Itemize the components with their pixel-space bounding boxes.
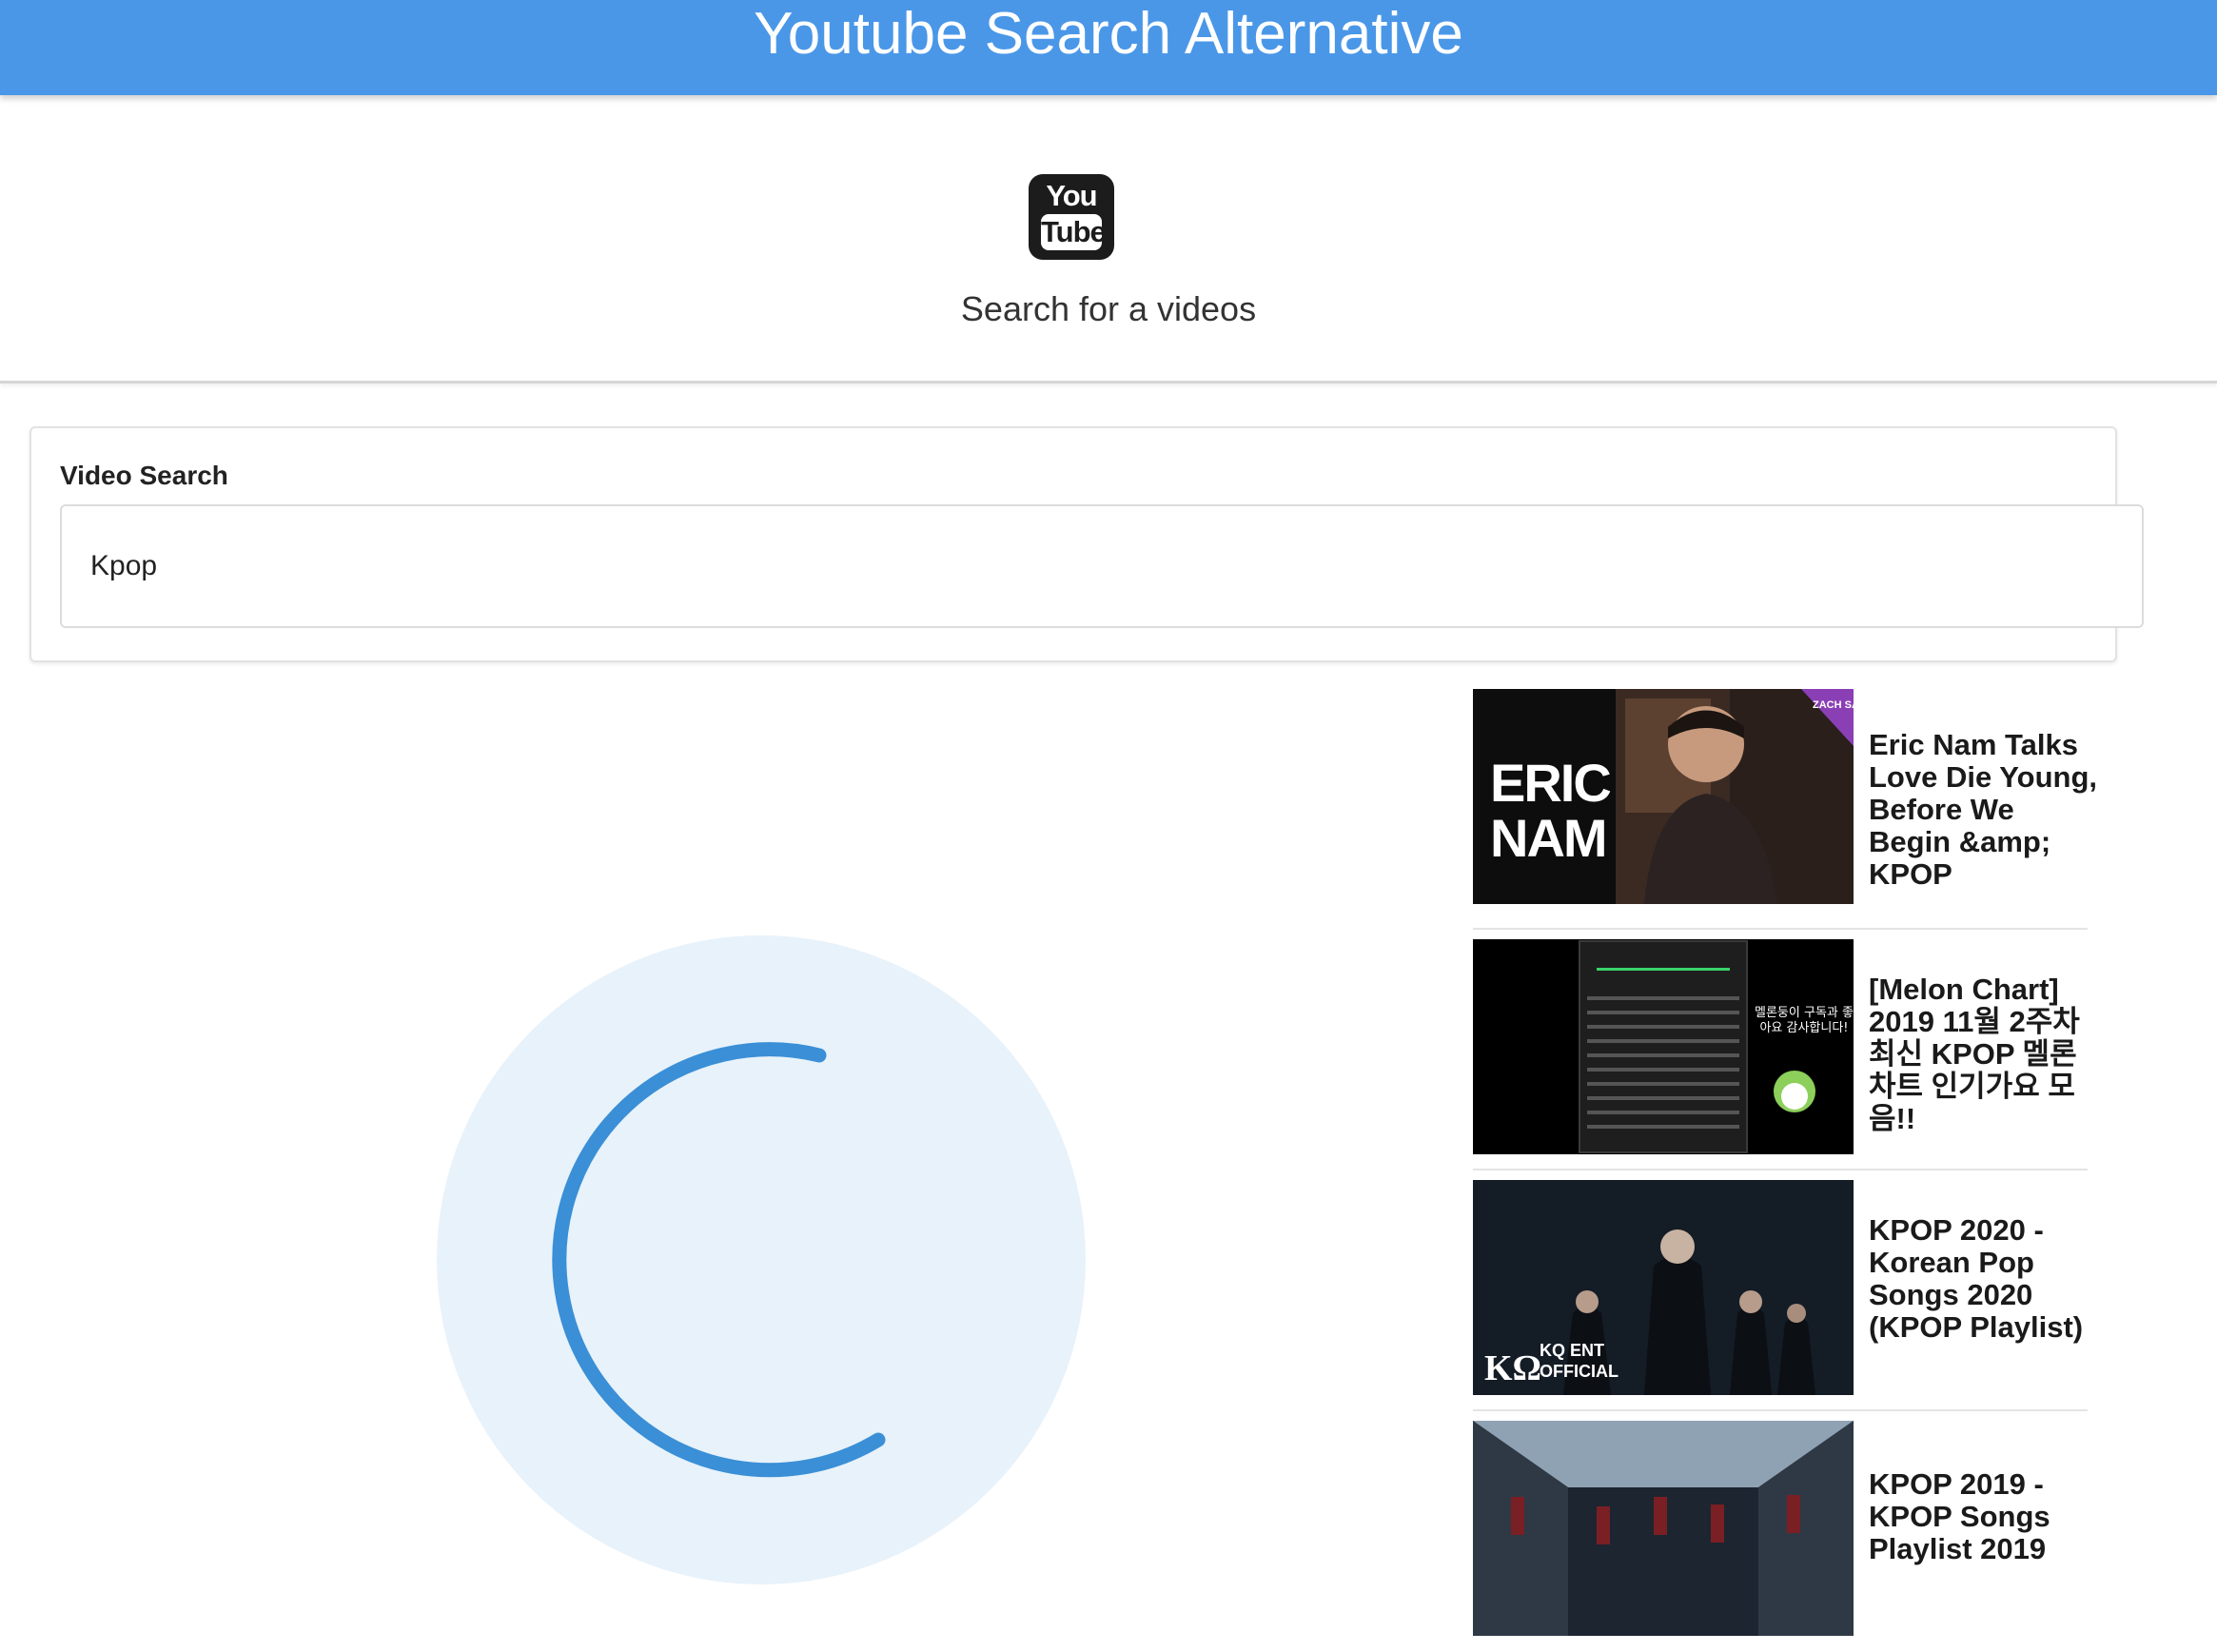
results-list: ZACH SANG SHOW ERIC NAM Eric Nam Talks L… bbox=[1473, 689, 2097, 1652]
result-item[interactable]: 멜론둥이 구독과 좋아요 감사합니다! [Melon Chart] 2019 1… bbox=[1473, 930, 2088, 1170]
result-title[interactable]: [Melon Chart] 2019 11월 2주차 최신 KPOP 멜론차트 … bbox=[1869, 974, 2097, 1135]
youtube-logo-tube-text: Tube bbox=[1041, 214, 1107, 250]
video-thumbnail[interactable]: KQ ENT OFFICIAL KΩ bbox=[1473, 1180, 1854, 1395]
youtube-logo-icon: You Tube bbox=[1029, 174, 1114, 260]
thumbnail-caption: 멜론둥이 구독과 좋아요 감사합니다! bbox=[1755, 1006, 1854, 1035]
search-input[interactable] bbox=[60, 504, 2144, 628]
app-header: Youtube Search Alternative bbox=[0, 0, 2217, 95]
kq-logo-icon: KΩ bbox=[1484, 1348, 1541, 1388]
app-title: Youtube Search Alternative bbox=[754, 1, 1463, 67]
result-title[interactable]: KPOP 2020 - Korean Pop Songs 2020 (KPOP … bbox=[1869, 1214, 2097, 1344]
result-item[interactable]: KQ ENT OFFICIAL KΩ KPOP 2020 - Korean Po… bbox=[1473, 1170, 2088, 1411]
loading-spinner bbox=[437, 935, 1086, 1584]
result-item[interactable]: ZACH SANG SHOW ERIC NAM Eric Nam Talks L… bbox=[1473, 689, 2097, 930]
search-label: Video Search bbox=[60, 461, 228, 490]
video-thumbnail[interactable]: 멜론둥이 구독과 좋아요 감사합니다! bbox=[1473, 939, 1854, 1154]
thumbnail-image: KQ ENT OFFICIAL KΩ bbox=[1473, 1180, 1854, 1395]
result-title[interactable]: Eric Nam Talks Love Die Young, Before We… bbox=[1869, 729, 2097, 891]
search-card: Video Search bbox=[29, 426, 2144, 662]
video-thumbnail[interactable]: ZACH SANG SHOW ERIC NAM bbox=[1473, 689, 1854, 904]
result-title[interactable]: KPOP 2019 - KPOP Songs Playlist 2019 bbox=[1869, 1468, 2097, 1565]
spinner-track bbox=[437, 935, 1086, 1584]
hero-subtitle: Search for a videos bbox=[960, 289, 1257, 328]
result-item[interactable]: KPOP 2019 - KPOP Songs Playlist 2019 bbox=[1473, 1411, 2088, 1652]
youtube-logo-you-text: You bbox=[1046, 179, 1097, 212]
thumbnail-image bbox=[1473, 1421, 1854, 1636]
hero-section: You Tube Search for a videos bbox=[0, 108, 2217, 384]
thumbnail-image: 멜론둥이 구독과 좋아요 감사합니다! bbox=[1473, 939, 1854, 1154]
thumbnail-caption: ERIC NAM bbox=[1490, 756, 1612, 868]
thumbnail-badge-text: ZACH SANG SHOW bbox=[1813, 699, 1854, 711]
video-thumbnail[interactable] bbox=[1473, 1421, 1854, 1636]
thumbnail-image: ZACH SANG SHOW ERIC NAM bbox=[1473, 689, 1854, 904]
